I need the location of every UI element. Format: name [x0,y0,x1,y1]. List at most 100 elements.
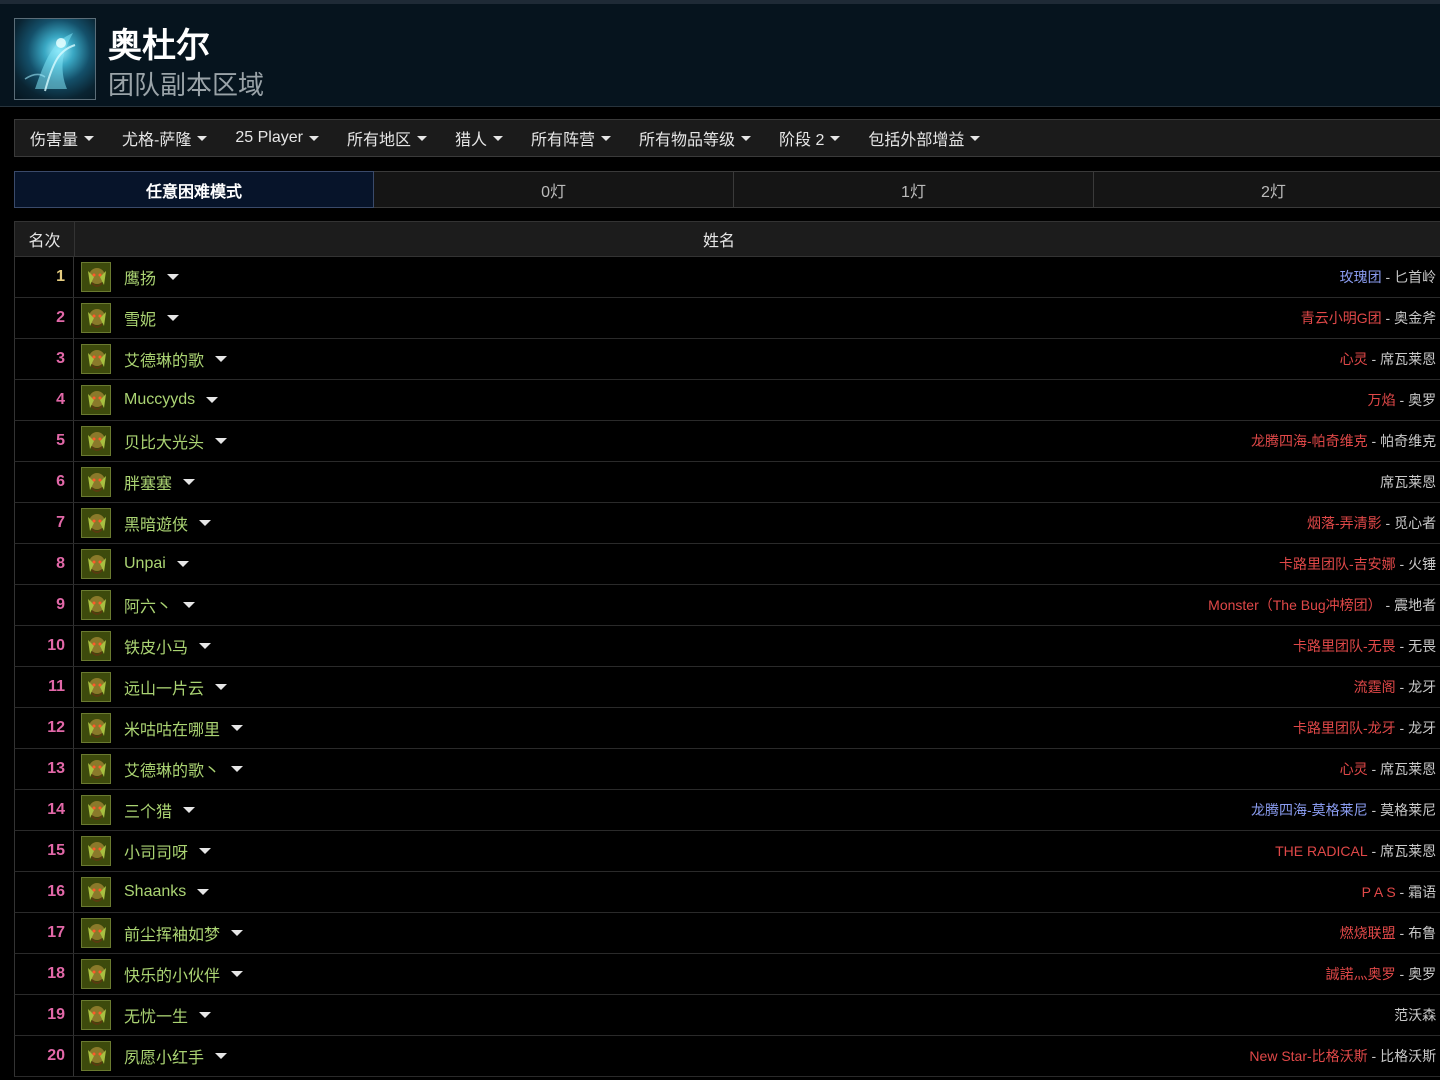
filter-boss-dropdown[interactable]: 尤格-萨隆 [122,126,208,150]
server-name[interactable]: 莫格莱尼 (E [1380,800,1440,820]
table-row[interactable]: 12 米咕咕在哪里 卡路里团队-龙牙 - 龙牙 (E [14,708,1440,749]
table-row[interactable]: 15 小司司呀 THE RADICAL - 席瓦莱恩 (E [14,831,1440,872]
player-name-link[interactable]: Shaanks [124,883,186,901]
guild-link[interactable]: THE RADICAL [1275,843,1368,859]
guild-link[interactable]: 龙腾四海-帕奇维克 [1251,431,1368,451]
server-name[interactable]: 匕首岭 (E [1394,267,1440,287]
server-name[interactable]: 帕奇维克 (E [1380,431,1440,451]
caret-down-icon[interactable] [199,643,212,649]
server-name[interactable]: 席瓦莱恩 (E [1380,472,1440,492]
guild-link[interactable]: Monster（The Bug冲榜团） [1208,595,1382,615]
table-row[interactable]: 2 雪妮 青云小明G团 - 奥金斧 (E [14,298,1440,339]
caret-down-icon[interactable] [199,520,212,526]
table-row[interactable]: 1 鹰扬 玫瑰团 - 匕首岭 (E [14,257,1440,298]
caret-down-icon[interactable] [215,1053,228,1059]
table-row[interactable]: 20 夙愿小红手 New Star-比格沃斯 - 比格沃斯 (E [14,1036,1440,1077]
player-name-link[interactable]: Unpai [124,555,166,573]
player-name-link[interactable]: 贝比大光头 [124,429,204,453]
table-row[interactable]: 9 阿六丶 Monster（The Bug冲榜团） - 震地者 (E [14,585,1440,626]
filter-faction-dropdown[interactable]: 所有阵营 [531,126,611,150]
filter-size-dropdown[interactable]: 25 Player [235,129,319,147]
player-name-link[interactable]: Muccyyds [124,391,195,409]
server-name[interactable]: 席瓦莱恩 (E [1380,349,1440,369]
table-row[interactable]: 19 无忧一生 范沃森 (E [14,995,1440,1036]
player-name-link[interactable]: 艾德琳的歌 [124,347,204,371]
guild-link[interactable]: 卡路里团队-龙牙 [1293,718,1396,738]
player-name-link[interactable]: 黑暗遊侠 [124,511,188,535]
filter-buffs-dropdown[interactable]: 包括外部增益 [868,126,981,150]
server-name[interactable]: 布鲁 (E [1408,923,1440,943]
table-row[interactable]: 3 艾德琳的歌 心灵 - 席瓦莱恩 (E [14,339,1440,380]
caret-down-icon[interactable] [199,1012,212,1018]
tab-2-lights[interactable]: 2灯 [1094,171,1440,208]
guild-link[interactable]: 誠諾灬奥罗 [1326,964,1396,984]
guild-link[interactable]: 青云小明G团 [1301,308,1382,328]
server-name[interactable]: 霜语 (E [1408,882,1440,902]
header-name[interactable]: 姓名 [75,227,1440,251]
table-row[interactable]: 7 黑暗遊侠 烟落-弄清影 - 觅心者 (E [14,503,1440,544]
caret-down-icon[interactable] [206,397,219,403]
server-name[interactable]: 席瓦莱恩 (E [1380,841,1440,861]
player-name-link[interactable]: 铁皮小马 [124,634,188,658]
table-row[interactable]: 14 三个猎 龙腾四海-莫格莱尼 - 莫格莱尼 (E [14,790,1440,831]
player-name-link[interactable]: 米咕咕在哪里 [124,716,220,740]
caret-down-icon[interactable] [183,807,196,813]
server-name[interactable]: 震地者 (E [1394,595,1440,615]
player-name-link[interactable]: 胖塞塞 [124,470,172,494]
caret-down-icon[interactable] [199,848,212,854]
server-name[interactable]: 席瓦莱恩 (E [1380,759,1440,779]
guild-link[interactable]: 万焰 [1368,390,1396,410]
player-name-link[interactable]: 夙愿小红手 [124,1044,204,1068]
tab-0-lights[interactable]: 0灯 [374,171,735,208]
table-row[interactable]: 13 艾德琳的歌丶 心灵 - 席瓦莱恩 (E [14,749,1440,790]
guild-link[interactable]: 玫瑰团 [1340,267,1382,287]
player-name-link[interactable]: 无忧一生 [124,1003,188,1027]
filter-class-dropdown[interactable]: 猎人 [455,126,503,150]
table-row[interactable]: 17 前尘挥袖如梦 燃烧联盟 - 布鲁 (E [14,913,1440,954]
table-row[interactable]: 4 Muccyyds 万焰 - 奥罗 (E [14,380,1440,421]
caret-down-icon[interactable] [231,766,244,772]
server-name[interactable]: 火锤 (E [1408,554,1440,574]
caret-down-icon[interactable] [167,315,180,321]
guild-link[interactable]: 卡路里团队-吉安娜 [1279,554,1396,574]
caret-down-icon[interactable] [231,930,244,936]
player-name-link[interactable]: 雪妮 [124,306,156,330]
server-name[interactable]: 范沃森 (E [1394,1005,1440,1025]
player-name-link[interactable]: 快乐的小伙伴 [124,962,220,986]
server-name[interactable]: 奥金斧 (E [1394,308,1440,328]
caret-down-icon[interactable] [176,561,189,567]
header-rank[interactable]: 名次 [15,222,75,256]
server-name[interactable]: 无畏 (E [1408,636,1440,656]
guild-link[interactable]: 龙腾四海-莫格莱尼 [1251,800,1368,820]
player-name-link[interactable]: 小司司呀 [124,839,188,863]
player-name-link[interactable]: 艾德琳的歌丶 [124,757,220,781]
guild-link[interactable]: 心灵 [1340,759,1368,779]
server-name[interactable]: 奥罗 (E [1408,390,1440,410]
table-row[interactable]: 8 Unpai 卡路里团队-吉安娜 - 火锤 (E [14,544,1440,585]
caret-down-icon[interactable] [197,889,210,895]
caret-down-icon[interactable] [183,479,196,485]
server-name[interactable]: 龙牙 (E [1408,718,1440,738]
caret-down-icon[interactable] [215,438,228,444]
guild-link[interactable]: New Star-比格沃斯 [1249,1046,1367,1066]
guild-link[interactable]: 卡路里团队-无畏 [1293,636,1396,656]
caret-down-icon[interactable] [215,684,228,690]
caret-down-icon[interactable] [167,274,180,280]
table-row[interactable]: 5 贝比大光头 龙腾四海-帕奇维克 - 帕奇维克 (E [14,421,1440,462]
guild-link[interactable]: 流霆阁 [1354,677,1396,697]
player-name-link[interactable]: 前尘挥袖如梦 [124,921,220,945]
caret-down-icon[interactable] [215,356,228,362]
caret-down-icon[interactable] [231,725,244,731]
server-name[interactable]: 比格沃斯 (E [1380,1046,1440,1066]
table-row[interactable]: 18 快乐的小伙伴 誠諾灬奥罗 - 奥罗 (E [14,954,1440,995]
table-row[interactable]: 16 Shaanks P A S - 霜语 (E [14,872,1440,913]
caret-down-icon[interactable] [183,602,196,608]
player-name-link[interactable]: 鹰扬 [124,265,156,289]
guild-link[interactable]: P A S [1362,884,1396,900]
guild-link[interactable]: 心灵 [1340,349,1368,369]
table-row[interactable]: 11 远山一片云 流霆阁 - 龙牙 (E [14,667,1440,708]
server-name[interactable]: 龙牙 (E [1408,677,1440,697]
player-name-link[interactable]: 远山一片云 [124,675,204,699]
filter-metric-dropdown[interactable]: 伤害量 [30,126,95,150]
filter-region-dropdown[interactable]: 所有地区 [347,126,427,150]
